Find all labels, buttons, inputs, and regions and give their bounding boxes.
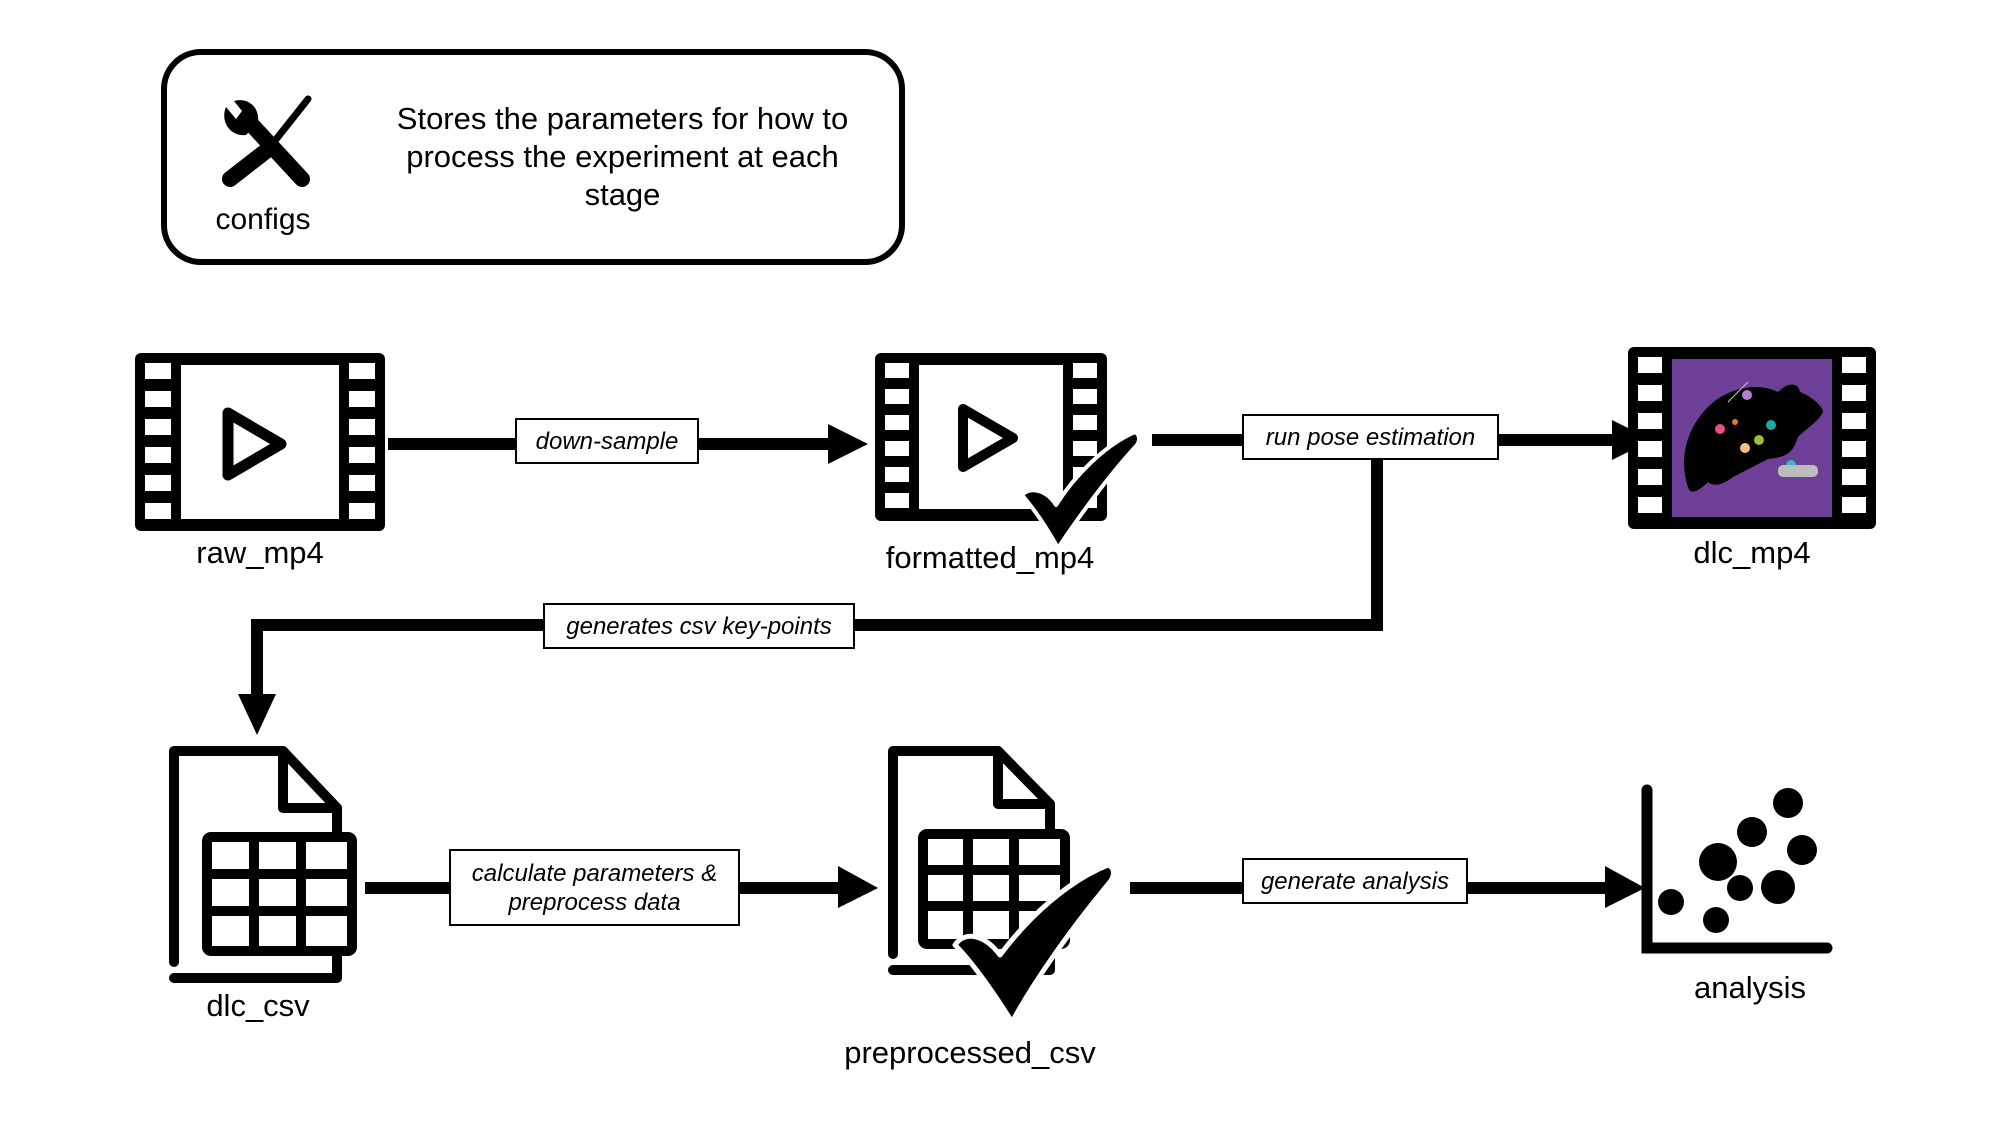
scatter-point [1773,788,1803,818]
scatter-point [1761,870,1795,904]
scatter-point [1737,817,1767,847]
scatter-point [1727,875,1753,901]
scatter-point [1787,835,1817,865]
scatter-point [1658,889,1684,915]
scatter-point [1703,907,1729,933]
scatter-point [1699,843,1737,881]
analysis-scatter-plot-icon[interactable] [0,0,2000,1125]
analysis-label: analysis [1694,970,1806,1005]
